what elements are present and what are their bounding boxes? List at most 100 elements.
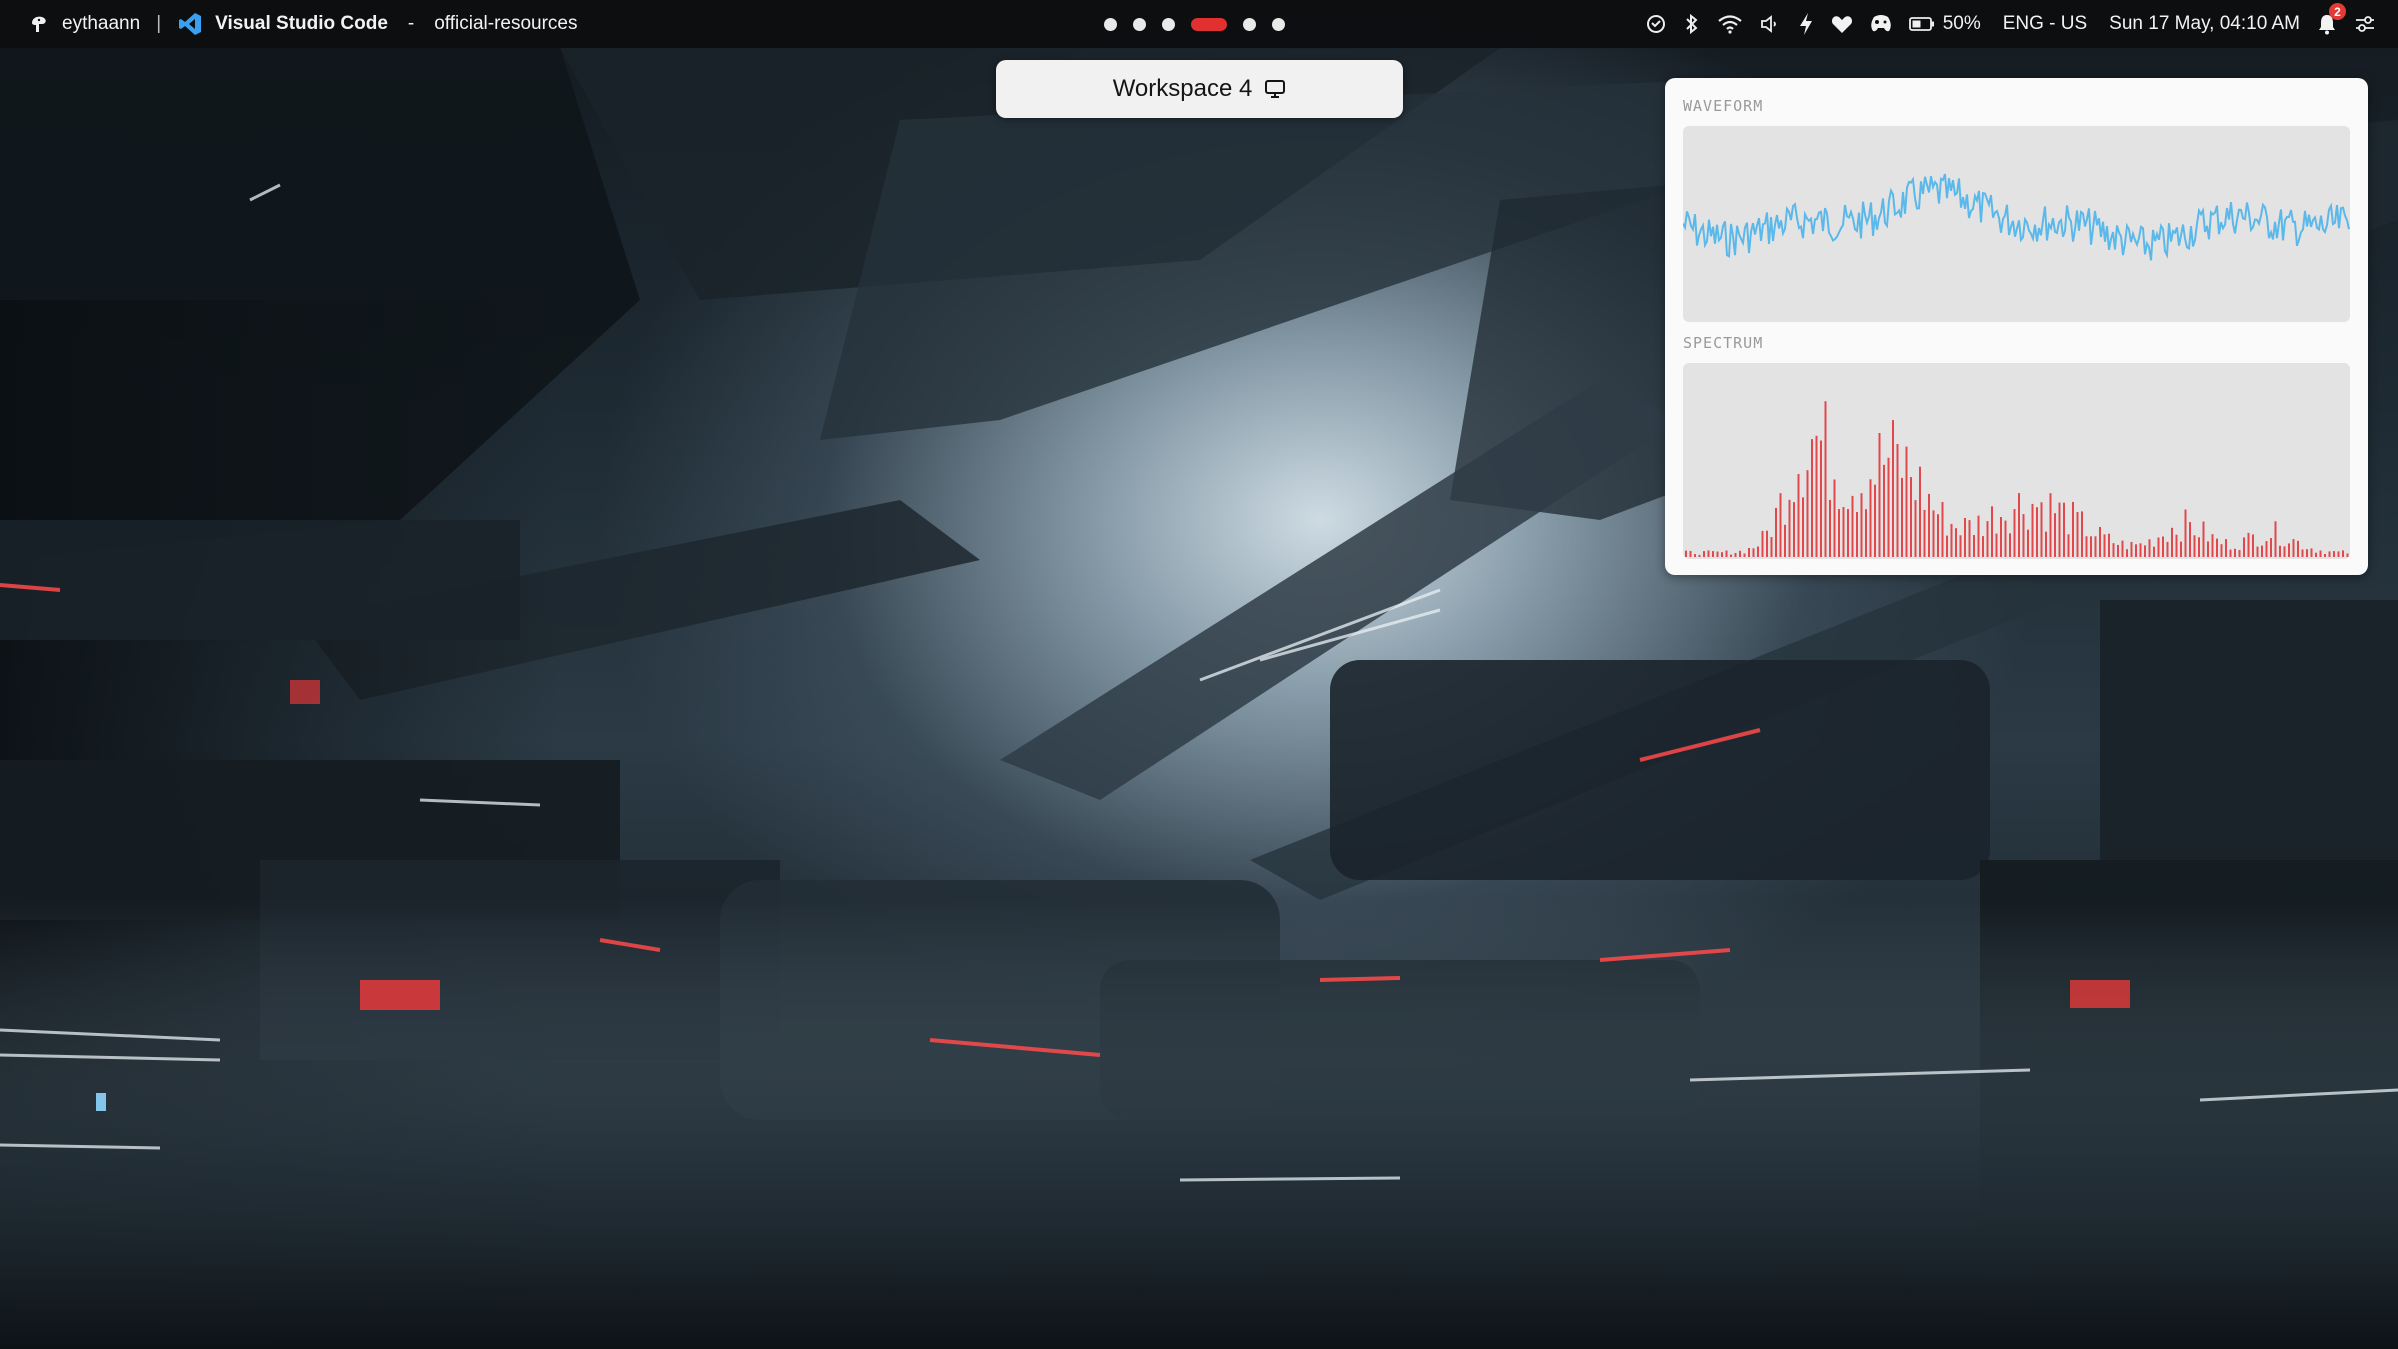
gamepad-icon[interactable] (1869, 13, 1893, 35)
spectrum-bar (2027, 529, 2029, 557)
control-center-toggles-icon[interactable] (2354, 13, 2376, 35)
spectrum-bar (1829, 499, 1831, 557)
spectrum-bar (1757, 546, 1759, 557)
spectrum-bar (1923, 509, 1926, 557)
spectrum-bar (2247, 532, 2250, 557)
spectrum-bar (1788, 499, 1791, 557)
spectrum-bar (2130, 541, 2133, 557)
spectrum-bar (1712, 551, 1714, 557)
workspace-2-dot[interactable] (1133, 17, 1146, 31)
workspace-3-dot[interactable] (1162, 17, 1175, 31)
battery-percentage[interactable]: 50% (1943, 13, 1981, 35)
clock-datetime[interactable]: Sun 17 May, 04:10 AM (2109, 13, 2300, 35)
spectrum-bar (1716, 551, 1719, 557)
workspace-6-dot[interactable] (1272, 17, 1285, 31)
spectrum-bar (1824, 401, 1827, 557)
spectrum-bar (1874, 484, 1876, 557)
volume-icon[interactable] (1759, 13, 1781, 35)
spectrum-bar (2346, 553, 2349, 557)
spectrum-bar (2288, 543, 2290, 557)
spectrum-bar (2301, 549, 2304, 557)
spectrum-bar (1703, 551, 1705, 557)
spectrum-bar (2153, 546, 2155, 557)
spectrum-bar (2180, 541, 2182, 557)
workspace-1-dot[interactable] (1104, 17, 1117, 31)
spectrum-bar (2094, 536, 2097, 557)
spectrum-bar (1937, 514, 1939, 557)
spectrum-bar (2225, 539, 2227, 557)
spectrum-bar (1964, 518, 1966, 557)
battery-icon[interactable] (1908, 15, 1935, 33)
spectrum-bar (1707, 550, 1710, 557)
spectrum-bar (2342, 550, 2344, 557)
wifi-icon[interactable] (1717, 13, 1743, 35)
spectrum-bar (2234, 548, 2236, 557)
spectrum-bar (2319, 550, 2322, 557)
spectrum-bar (1721, 552, 1723, 557)
spectrum-bar (2058, 502, 2061, 557)
spectrum-bar (2162, 536, 2164, 557)
spectrum-bar (2229, 549, 2232, 557)
workspace-5-dot[interactable] (1243, 17, 1256, 31)
spectrum-bar (1842, 507, 1845, 557)
spectrum-bar (1811, 439, 1813, 557)
spectrum-bar (1779, 493, 1782, 557)
spectrum-bar (2099, 527, 2101, 557)
keyboard-language[interactable]: ENG - US (2003, 13, 2087, 35)
spectrum-bar (1748, 548, 1750, 557)
waveform-line (1683, 173, 2350, 261)
spectrum-bar (1892, 420, 1894, 557)
spectrum-bar (2202, 521, 2205, 557)
spectrum-bar (1986, 521, 1989, 557)
spectrum-bar (2139, 543, 2142, 557)
heart-icon[interactable] (1831, 14, 1853, 34)
spectrum-bar (1806, 470, 1809, 557)
spectrum-bar (1896, 444, 1899, 557)
spectrum-label: SPECTRUM (1683, 334, 1764, 352)
workspace-4-dot-active[interactable] (1191, 17, 1227, 31)
spectrum-bar (2265, 541, 2268, 557)
notification-count-badge: 2 (2329, 3, 2346, 20)
spectrum-bar (2166, 541, 2169, 557)
spectrum-bar (1856, 512, 1858, 557)
spectrum-bar (1725, 550, 1728, 557)
media-check-icon[interactable] (1645, 13, 1667, 35)
spectrum-bar (1802, 497, 1804, 557)
workspace-popup: Workspace 4 (996, 60, 1403, 118)
waveform-panel (1683, 126, 2350, 322)
spectrum-bar (2261, 545, 2263, 557)
spectrum-bar (2310, 548, 2313, 557)
user-avatar-icon[interactable] (28, 13, 50, 35)
spectrum-bar (2207, 541, 2209, 557)
spectrum-bar (2085, 536, 2088, 557)
spectrum-bar (2193, 535, 2196, 557)
spectrum-bar (1775, 507, 1777, 557)
active-window-title[interactable]: official-resources (434, 13, 577, 35)
spectrum-bar (2157, 537, 2160, 557)
spectrum-bar (1797, 474, 1800, 557)
spectrum-bar (2270, 538, 2272, 557)
spectrum-bar (2081, 511, 2083, 557)
workspace-popup-label: Workspace 4 (1112, 75, 1253, 102)
spectrum-bar (2013, 509, 2016, 557)
spectrum-bar (1847, 509, 1849, 557)
spectrum-bar (2198, 537, 2200, 557)
spectrum-bar (2274, 521, 2277, 557)
spectrum-bar (1694, 554, 1696, 557)
spectrum-bar (1932, 510, 1935, 557)
active-app-name[interactable]: Visual Studio Code (215, 13, 388, 35)
spectrum-bar (1734, 553, 1737, 557)
spectrum-bar (2121, 540, 2124, 557)
username-label[interactable]: eythaann (62, 13, 140, 35)
spectrum-bar (1919, 466, 1921, 557)
spectrum-bar (2297, 540, 2299, 557)
power-plugged-icon[interactable] (1797, 12, 1815, 36)
spectrum-bar (1968, 520, 1971, 557)
bluetooth-icon[interactable] (1683, 13, 1701, 35)
topbar-right-section: 50% ENG - US Sun 17 May, 04:10 AM 2 (1645, 0, 2376, 48)
spectrum-bar (1982, 536, 1984, 557)
spectrum-bar (2148, 539, 2151, 557)
spectrum-bar (1752, 548, 1755, 557)
spectrum-bar (2108, 533, 2110, 557)
notification-bell-icon[interactable]: 2 (2316, 3, 2346, 35)
